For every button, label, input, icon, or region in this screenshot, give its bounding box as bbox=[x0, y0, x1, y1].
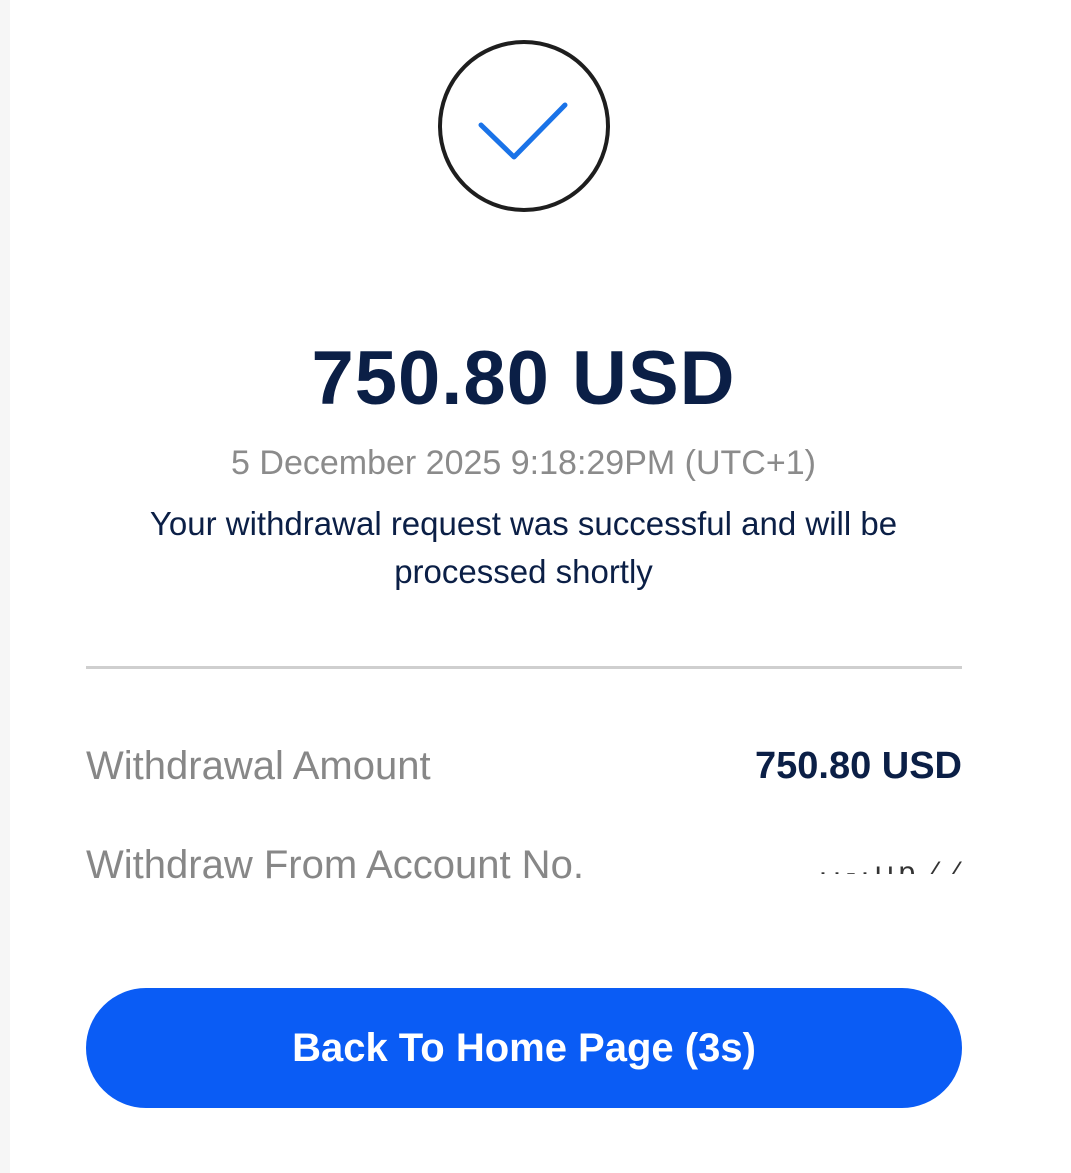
transaction-timestamp: 5 December 2025 9:18:29PM (UTC+1) bbox=[231, 444, 816, 482]
withdrawal-amount-value: 750.80 USD bbox=[754, 744, 962, 787]
withdrawal-amount-label: Withdrawal Amount bbox=[86, 743, 431, 788]
account-number-value: ··-·ııɒ ⁄ ⁄ bbox=[818, 842, 962, 874]
success-message: Your withdrawal request was successful a… bbox=[149, 505, 898, 590]
account-number-row: Withdraw From Account No. ··-·ııɒ ⁄ ⁄ bbox=[86, 840, 962, 890]
back-to-home-button[interactable]: Back To Home Page (3s) bbox=[86, 988, 962, 1108]
divider bbox=[86, 666, 962, 669]
withdrawal-amount-row: Withdrawal Amount 750.80 USD bbox=[86, 741, 962, 791]
screen-edge bbox=[0, 0, 10, 1173]
withdrawal-success-screen: 750.80 USD 5 December 2025 9:18:29PM (UT… bbox=[0, 0, 1071, 1173]
withdrawal-amount-heading: 750.80 USD bbox=[311, 336, 736, 421]
account-number-label: Withdraw From Account No. bbox=[86, 842, 584, 887]
account-number-text: ··-·ııɒ ⁄ ⁄ bbox=[817, 856, 962, 874]
checkmark-circle-icon bbox=[437, 39, 611, 213]
